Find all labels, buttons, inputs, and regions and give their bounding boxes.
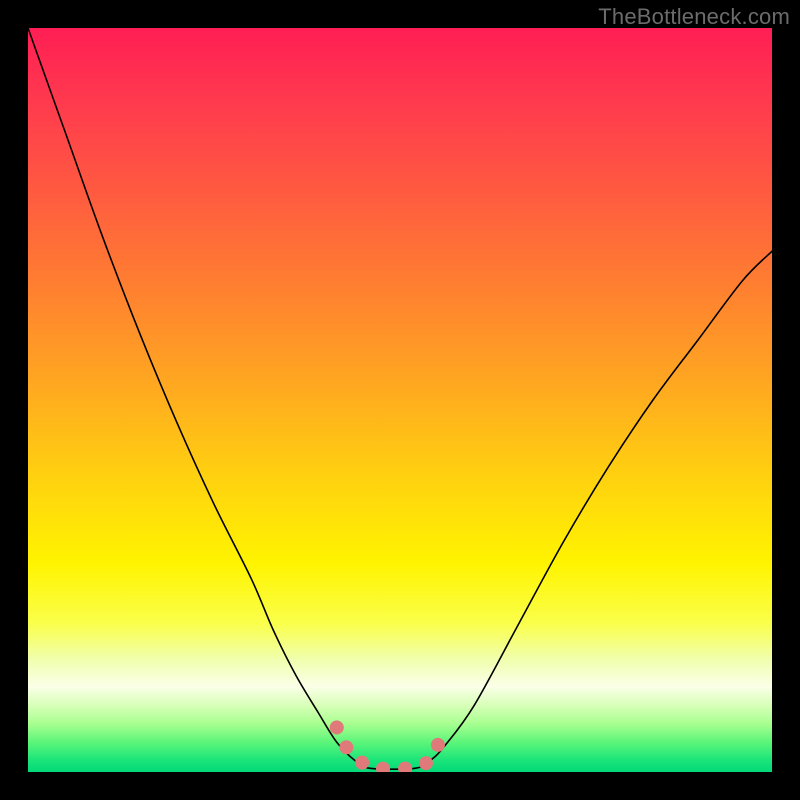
chart-frame: TheBottleneck.com	[0, 0, 800, 800]
watermark-text: TheBottleneck.com	[598, 4, 790, 30]
chart-svg	[28, 28, 772, 772]
gradient-background	[28, 28, 772, 772]
plot-area	[28, 28, 772, 772]
